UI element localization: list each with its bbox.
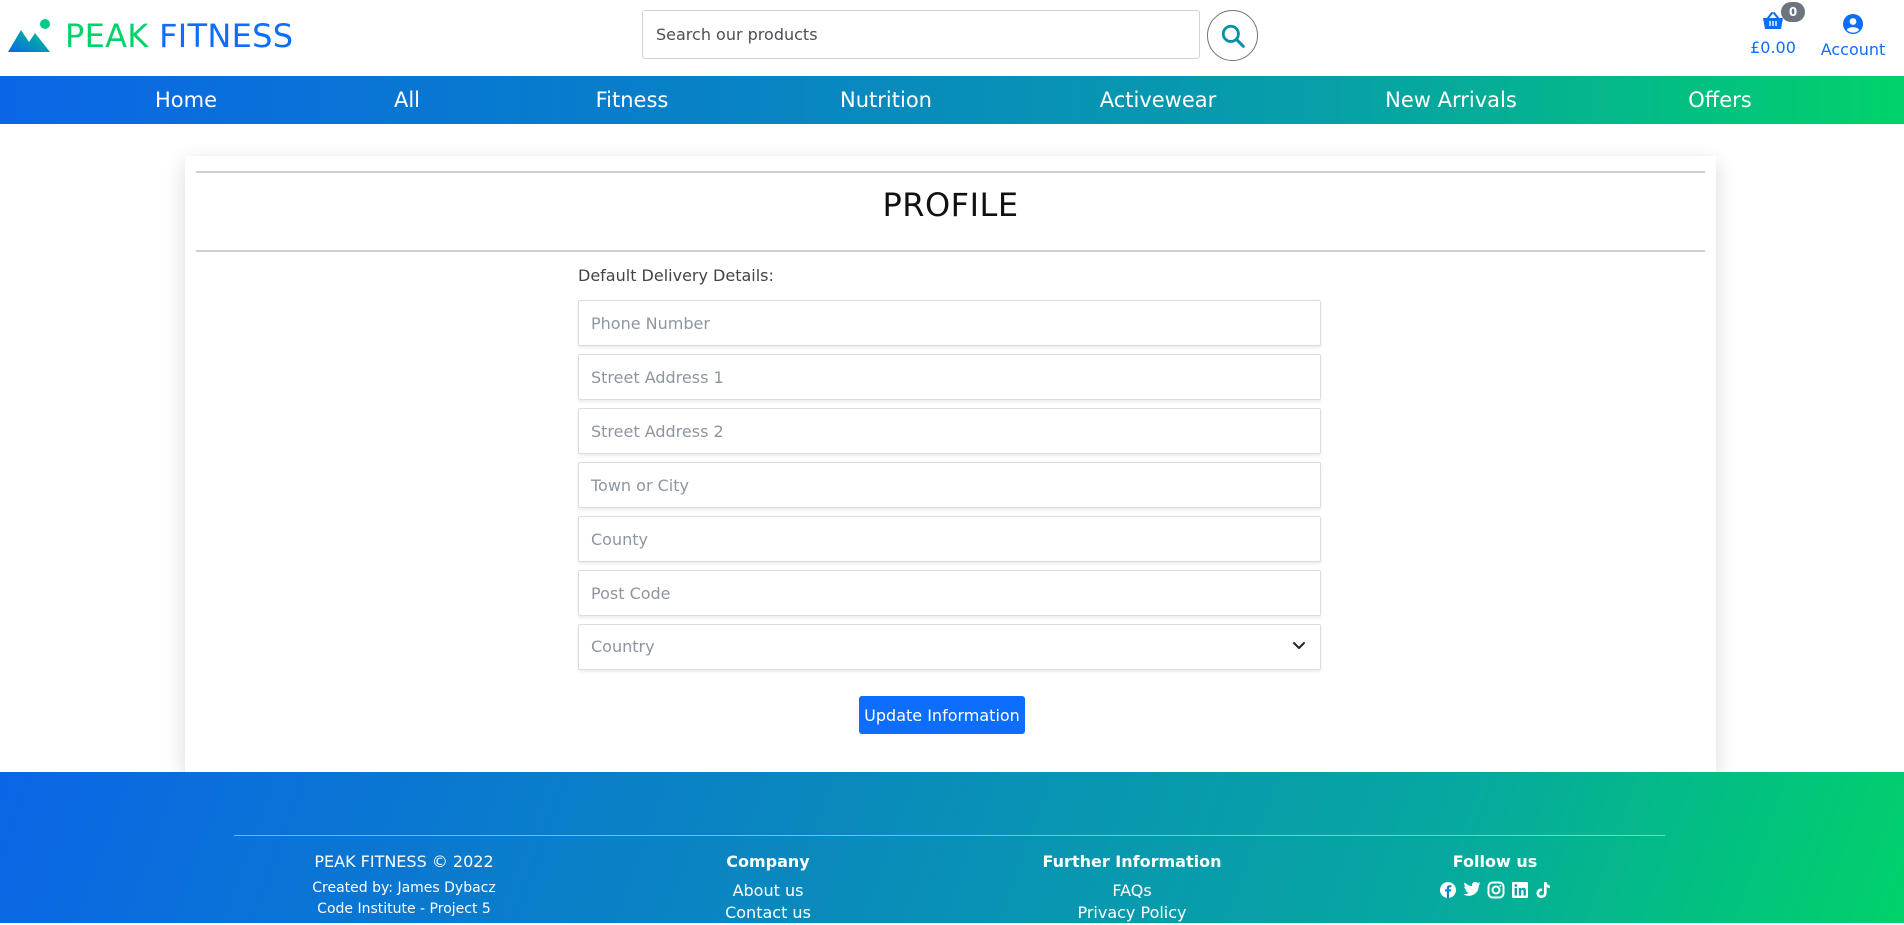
user-circle-icon xyxy=(1843,14,1863,34)
footer-heading-follow-us: Follow us xyxy=(1452,852,1538,871)
phone-number-field[interactable] xyxy=(578,300,1321,346)
post-code-field[interactable] xyxy=(578,570,1321,616)
county-field[interactable] xyxy=(578,516,1321,562)
divider xyxy=(196,171,1705,173)
footer-link-faqs[interactable]: FAQs xyxy=(1043,881,1222,900)
footer-link-privacy-policy[interactable]: Privacy Policy xyxy=(1043,903,1222,922)
search-icon xyxy=(1221,24,1245,48)
cart-total: £0.00 xyxy=(1750,38,1796,57)
brand-name: PEAK FITNESS xyxy=(65,17,294,55)
footer-link-about-us[interactable]: About us xyxy=(725,881,811,900)
main-nav: Home All Fitness Nutrition Activewear Ne… xyxy=(0,76,1904,124)
search-input[interactable] xyxy=(642,10,1200,59)
nav-item-all[interactable]: All xyxy=(394,76,420,124)
street-address-1-field[interactable] xyxy=(578,354,1321,400)
footer-heading-company: Company xyxy=(726,852,810,871)
nav-item-offers[interactable]: Offers xyxy=(1688,76,1752,124)
search-button[interactable] xyxy=(1207,10,1258,61)
nav-item-fitness[interactable]: Fitness xyxy=(596,76,669,124)
facebook-icon[interactable] xyxy=(1439,881,1457,899)
nav-item-activewear[interactable]: Activewear xyxy=(1100,76,1217,124)
nav-item-nutrition[interactable]: Nutrition xyxy=(840,76,932,124)
account-label: Account xyxy=(1820,40,1886,59)
update-information-button[interactable]: Update Information xyxy=(859,696,1025,734)
footer-project: Code Institute - Project 5 xyxy=(317,901,491,917)
town-or-city-field[interactable] xyxy=(578,462,1321,508)
country-select-value: Country xyxy=(591,637,655,656)
cart-button[interactable]: 0 £0.00 xyxy=(1745,2,1805,57)
footer-follow-column: Follow us xyxy=(1439,852,1551,899)
page-title: PROFILE xyxy=(882,186,1019,224)
profile-card: PROFILE Default Delivery Details: Countr… xyxy=(185,156,1716,772)
twitter-icon[interactable] xyxy=(1463,881,1481,899)
cart-count-badge: 0 xyxy=(1781,2,1805,22)
footer-company-column: Company About us Contact us xyxy=(725,852,811,925)
street-address-2-field[interactable] xyxy=(578,408,1321,454)
account-button[interactable]: Account xyxy=(1818,14,1888,59)
mountain-logo-icon xyxy=(8,19,50,52)
footer-divider xyxy=(234,835,1665,836)
nav-item-home[interactable]: Home xyxy=(155,76,217,124)
footer-copyright: PEAK FITNESS © 2022 xyxy=(314,852,494,871)
instagram-icon[interactable] xyxy=(1487,881,1505,899)
linkedin-icon[interactable] xyxy=(1511,881,1529,899)
country-select[interactable]: Country xyxy=(578,624,1321,670)
delivery-details-form: Default Delivery Details: Country Update… xyxy=(578,266,1321,734)
site-footer: PEAK FITNESS © 2022 Created by: James Dy… xyxy=(0,772,1904,923)
site-logo[interactable]: PEAK FITNESS xyxy=(8,16,293,56)
nav-item-new-arrivals[interactable]: New Arrivals xyxy=(1385,76,1517,124)
footer-heading-further-information: Further Information xyxy=(1042,852,1222,871)
footer-link-contact-us[interactable]: Contact us xyxy=(725,903,811,922)
form-section-label: Default Delivery Details: xyxy=(578,266,774,285)
tiktok-icon[interactable] xyxy=(1535,881,1551,899)
footer-further-info-column: Further Information FAQs Privacy Policy xyxy=(1043,852,1222,925)
footer-brand-column: PEAK FITNESS © 2022 Created by: James Dy… xyxy=(312,852,495,922)
social-links xyxy=(1439,881,1551,899)
divider xyxy=(196,250,1705,252)
chevron-down-icon xyxy=(1293,642,1305,649)
footer-created-by: Created by: James Dybacz xyxy=(312,880,496,896)
site-header: PEAK FITNESS 0 £0.00 Account xyxy=(0,0,1904,76)
